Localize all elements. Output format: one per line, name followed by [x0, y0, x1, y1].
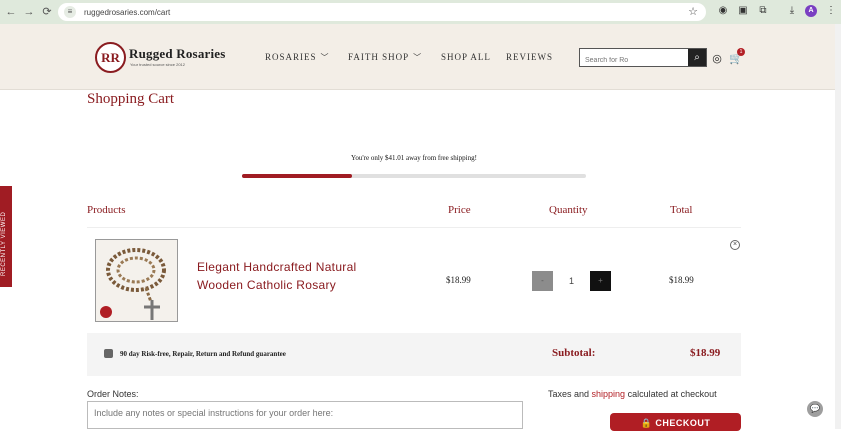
shipping-link[interactable]: shipping — [592, 389, 626, 399]
browser-toolbar: ← → ⟳ ≡ ruggedrosaries.com/cart ☆ ◉ ▣ ⧉ … — [0, 0, 841, 24]
nav-faith-shop[interactable]: FAITH SHOP ﹀ — [348, 52, 422, 63]
tax-note-prefix: Taxes and — [548, 389, 592, 399]
line-total: $18.99 — [669, 275, 694, 285]
page-title: Shopping Cart — [87, 91, 175, 107]
column-products: Products — [87, 204, 126, 216]
guarantee-text: 90 day Risk-free, Repair, Return and Ref… — [120, 350, 286, 358]
reload-icon[interactable]: ⟳ — [40, 5, 54, 19]
cart-count-badge: 1 — [737, 48, 745, 56]
search-input[interactable] — [580, 52, 688, 69]
chevron-down-icon: ﹀ — [413, 53, 423, 62]
order-notes-label: Order Notes: — [87, 389, 139, 399]
profile-avatar[interactable]: A — [805, 5, 817, 17]
url-text[interactable]: ruggedrosaries.com/cart — [84, 8, 170, 17]
nav-faith-shop-label: FAITH SHOP — [348, 52, 410, 62]
nav-reviews-label: REVIEWS — [506, 52, 553, 62]
tax-note: Taxes and shipping calculated at checkou… — [548, 389, 717, 399]
chat-icon[interactable]: 💬 — [807, 401, 823, 417]
site-info-icon[interactable]: ≡ — [64, 6, 76, 18]
column-quantity: Quantity — [549, 204, 588, 216]
nav-shop-all-label: SHOP ALL — [441, 52, 491, 62]
site-header: RR Rugged Rosaries Your trusted source s… — [0, 24, 841, 90]
quantity-input[interactable]: 1 — [553, 271, 590, 291]
bookmark-star-icon[interactable]: ☆ — [688, 5, 698, 18]
search-icon[interactable]: ⌕ — [688, 49, 706, 66]
product-name-link[interactable]: Elegant Handcrafted Natural Wooden Catho… — [197, 258, 397, 294]
subtotal-value: $18.99 — [690, 347, 721, 359]
nav-shop-all[interactable]: SHOP ALL — [441, 52, 491, 62]
remove-item-icon[interactable]: × — [730, 240, 740, 250]
product-price: $18.99 — [446, 275, 471, 285]
header-divider — [87, 227, 741, 228]
nav-rosaries-label: ROSARIES — [265, 52, 317, 62]
search-box: ⌕ — [579, 48, 707, 69]
free-shipping-progress — [242, 174, 586, 178]
brand-tagline: Your trusted source since 2012 — [130, 62, 185, 67]
checkout-label: CHECKOUT — [655, 418, 711, 428]
back-icon[interactable]: ← — [4, 5, 18, 19]
media-icon[interactable]: ▣ — [737, 5, 749, 17]
product-thumbnail[interactable] — [95, 239, 178, 322]
nav-rosaries[interactable]: ROSARIES ﹀ — [265, 52, 330, 63]
free-shipping-progress-fill — [242, 174, 353, 178]
column-price: Price — [448, 204, 471, 216]
column-total: Total — [670, 204, 693, 216]
recently-viewed-tab[interactable]: RECENTLY VIEWED — [0, 186, 12, 287]
free-shipping-message: You're only $41.01 away from free shippi… — [351, 154, 477, 162]
brand-name[interactable]: Rugged Rosaries — [129, 46, 226, 62]
page-scrollbar[interactable] — [835, 24, 841, 429]
order-notes-field[interactable] — [87, 401, 523, 429]
forward-icon[interactable]: → — [22, 5, 36, 19]
logo-emblem[interactable]: RR — [95, 42, 126, 73]
address-bar[interactable]: ≡ ruggedrosaries.com/cart ☆ — [58, 3, 706, 21]
browser-menu-icon[interactable]: ⋮ — [825, 5, 837, 17]
guarantee-icon — [104, 349, 113, 358]
rosary-image — [100, 248, 166, 320]
chevron-down-icon: ﹀ — [320, 53, 330, 62]
account-icon[interactable]: ◎ — [711, 53, 723, 65]
extension-icon[interactable]: ◉ — [717, 5, 729, 17]
quantity-decrease-button[interactable]: - — [532, 271, 553, 291]
nav-reviews[interactable]: REVIEWS — [506, 52, 553, 62]
recently-viewed-label: RECENTLY VIEWED — [1, 211, 7, 276]
download-icon[interactable]: ⤓ — [786, 5, 798, 17]
tax-note-suffix: calculated at checkout — [625, 389, 717, 399]
quantity-increase-button[interactable]: + — [590, 271, 611, 291]
extensions-puzzle-icon[interactable]: ⧉ — [757, 5, 769, 17]
subtotal-label: Subtotal: — [552, 347, 596, 359]
checkout-button[interactable]: 🔒 CHECKOUT — [610, 413, 741, 431]
lock-icon: 🔒 — [640, 418, 653, 428]
